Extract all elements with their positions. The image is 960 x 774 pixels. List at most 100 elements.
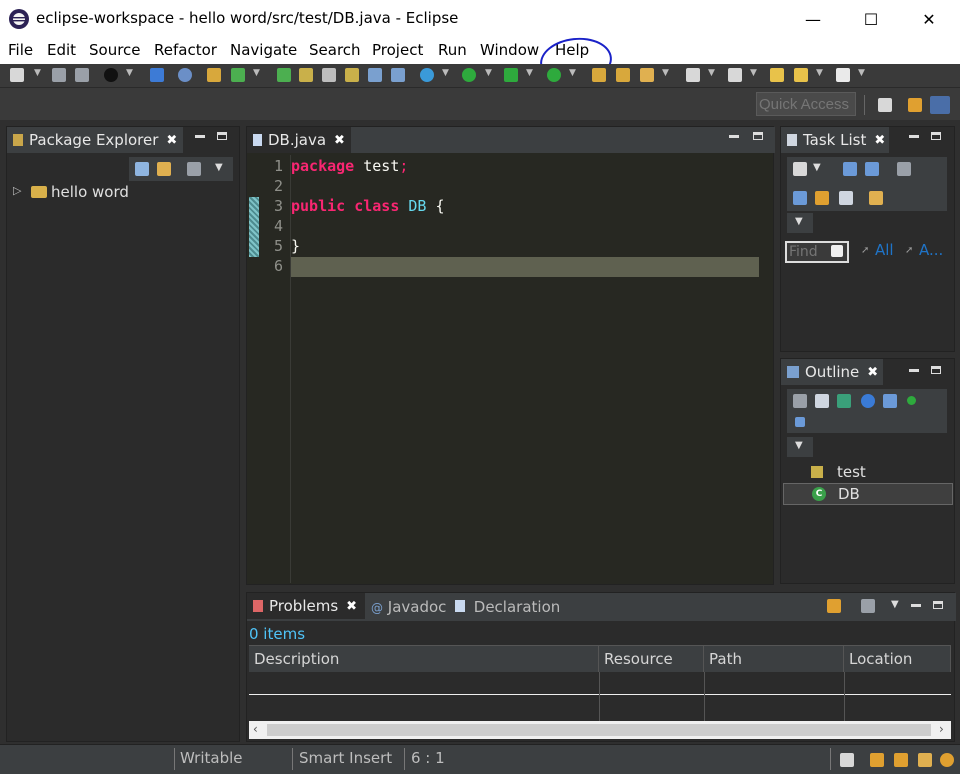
minimize-task-list-icon[interactable] [909,135,919,138]
coverage-icon[interactable] [504,68,518,82]
close-editor-icon[interactable]: ✖ [334,133,345,148]
save-all-icon[interactable] [75,68,89,82]
column-location[interactable]: Location [844,646,951,672]
last-edit-dropdown-icon[interactable]: ▼ [750,68,757,78]
outline-view-menu-icon[interactable]: ▼ [795,440,803,451]
maximize-problems-icon[interactable] [933,601,943,609]
link-outline-icon[interactable] [795,417,805,427]
forward-icon[interactable] [836,68,850,82]
highlight-dropdown-icon[interactable]: ▼ [662,68,669,78]
maximize-task-list-icon[interactable] [931,132,941,140]
scrollbar-thumb[interactable] [267,724,931,736]
open-type-icon[interactable] [299,68,313,82]
scroll-left-icon[interactable]: ‹ [253,722,258,736]
show-whitespace-icon[interactable] [391,68,405,82]
task-view-menu[interactable]: ▼ [787,213,813,233]
problems-view-menu-icon[interactable]: ▼ [891,599,899,610]
external-tools-icon[interactable] [547,68,561,82]
new-icon[interactable] [10,68,24,82]
annotation-icon[interactable] [686,68,700,82]
outline-item-package[interactable]: test [785,461,951,483]
maximize-button[interactable]: ☐ [842,0,900,38]
scheduled-icon[interactable] [865,162,879,176]
run-dropdown-icon[interactable]: ▼ [485,68,492,78]
code-line[interactable]: 1 package test; [247,157,775,177]
new-package-icon[interactable] [231,68,245,82]
open-folder-icon[interactable] [592,68,606,82]
menu-project[interactable]: Project [372,41,423,59]
task-filter-icon[interactable] [897,162,911,176]
menu-edit[interactable]: Edit [47,41,76,59]
settings-icon[interactable] [940,753,954,767]
close-problems-icon[interactable]: ✖ [346,599,357,614]
code-line[interactable]: 5} [247,237,775,257]
outline-item-class[interactable]: C DB [783,483,953,505]
close-tab-icon[interactable]: ✖ [166,133,177,148]
menu-run[interactable]: Run [438,41,467,59]
edit-icon[interactable] [918,753,932,767]
debug-icon[interactable] [420,68,434,82]
maximize-view-icon[interactable] [217,132,227,140]
tab-db-java[interactable]: DB.java ✖ [247,127,351,153]
horizontal-scrollbar[interactable]: ‹ › [249,721,951,739]
code-line[interactable]: 3 public class DB { [247,197,775,217]
clear-find-icon[interactable] [831,245,843,257]
column-description[interactable]: Description [249,646,599,672]
hide-local-types-icon[interactable] [907,396,916,405]
menu-source[interactable]: Source [89,41,141,59]
new-java-project-icon[interactable] [207,68,221,82]
hide-fields-icon[interactable] [837,394,851,408]
collapse-all-icon[interactable] [135,162,149,176]
open-task-icon[interactable] [322,68,336,82]
back-history-icon[interactable] [794,68,808,82]
terminal-icon[interactable] [150,68,164,82]
tips-icon[interactable] [894,753,908,767]
view-menu-icon[interactable]: ▼ [215,162,223,173]
code-line[interactable]: 2 [247,177,775,197]
outline-view-menu[interactable]: ▼ [787,437,813,457]
new-class-dropdown-icon[interactable]: ▼ [253,68,260,78]
open-file-icon[interactable] [616,68,630,82]
sync-icon[interactable] [869,191,883,205]
hide-completed-icon[interactable] [793,191,807,205]
new-dropdown-icon[interactable]: ▼ [34,68,41,78]
column-path[interactable]: Path [704,646,844,672]
minimize-editor-icon[interactable] [729,135,739,138]
profile-icon[interactable] [104,68,118,82]
tab-task-list[interactable]: Task List ✖ [781,127,889,153]
tab-outline[interactable]: Outline ✖ [781,359,883,385]
tab-package-explorer[interactable]: Package Explorer ✖ [7,127,183,153]
last-edit-icon[interactable] [728,68,742,82]
run-icon[interactable] [462,68,476,82]
toggle-mark-icon[interactable] [368,68,382,82]
minimize-problems-icon[interactable] [911,604,921,607]
tab-javadoc[interactable]: @ Javadoc [371,598,446,616]
maximize-editor-icon[interactable] [753,132,763,140]
annotation-dropdown-icon[interactable]: ▼ [708,68,715,78]
open-perspective-icon[interactable] [878,98,892,112]
minimize-view-icon[interactable] [195,135,205,138]
external-tools-dropdown-icon[interactable]: ▼ [569,68,576,78]
filter-all-link[interactable]: All [875,241,894,259]
coverage-dropdown-icon[interactable]: ▼ [526,68,533,78]
tree-item-project[interactable]: ▷ hello word [13,183,233,203]
hide-static-icon[interactable] [861,394,875,408]
outline-collapse-icon[interactable] [793,394,807,408]
menu-file[interactable]: File [8,41,33,59]
back-icon[interactable] [770,68,784,82]
skip-breakpoints-icon[interactable] [178,68,192,82]
menu-search[interactable]: Search [309,41,361,59]
close-outline-icon[interactable]: ✖ [867,365,878,380]
maximize-outline-icon[interactable] [931,366,941,374]
profile-dropdown-icon[interactable]: ▼ [126,68,133,78]
tab-declaration[interactable]: Declaration [455,598,560,616]
find-input[interactable] [789,244,829,260]
expand-arrow-icon[interactable]: ▷ [13,184,21,197]
code-line[interactable]: 6 [247,257,775,277]
quick-access-input[interactable] [756,92,856,116]
collapse-tasks-icon[interactable] [839,191,853,205]
search-icon[interactable] [345,68,359,82]
tab-problems[interactable]: Problems ✖ [247,593,365,619]
close-task-list-icon[interactable]: ✖ [874,133,885,148]
column-resource[interactable]: Resource [599,646,704,672]
